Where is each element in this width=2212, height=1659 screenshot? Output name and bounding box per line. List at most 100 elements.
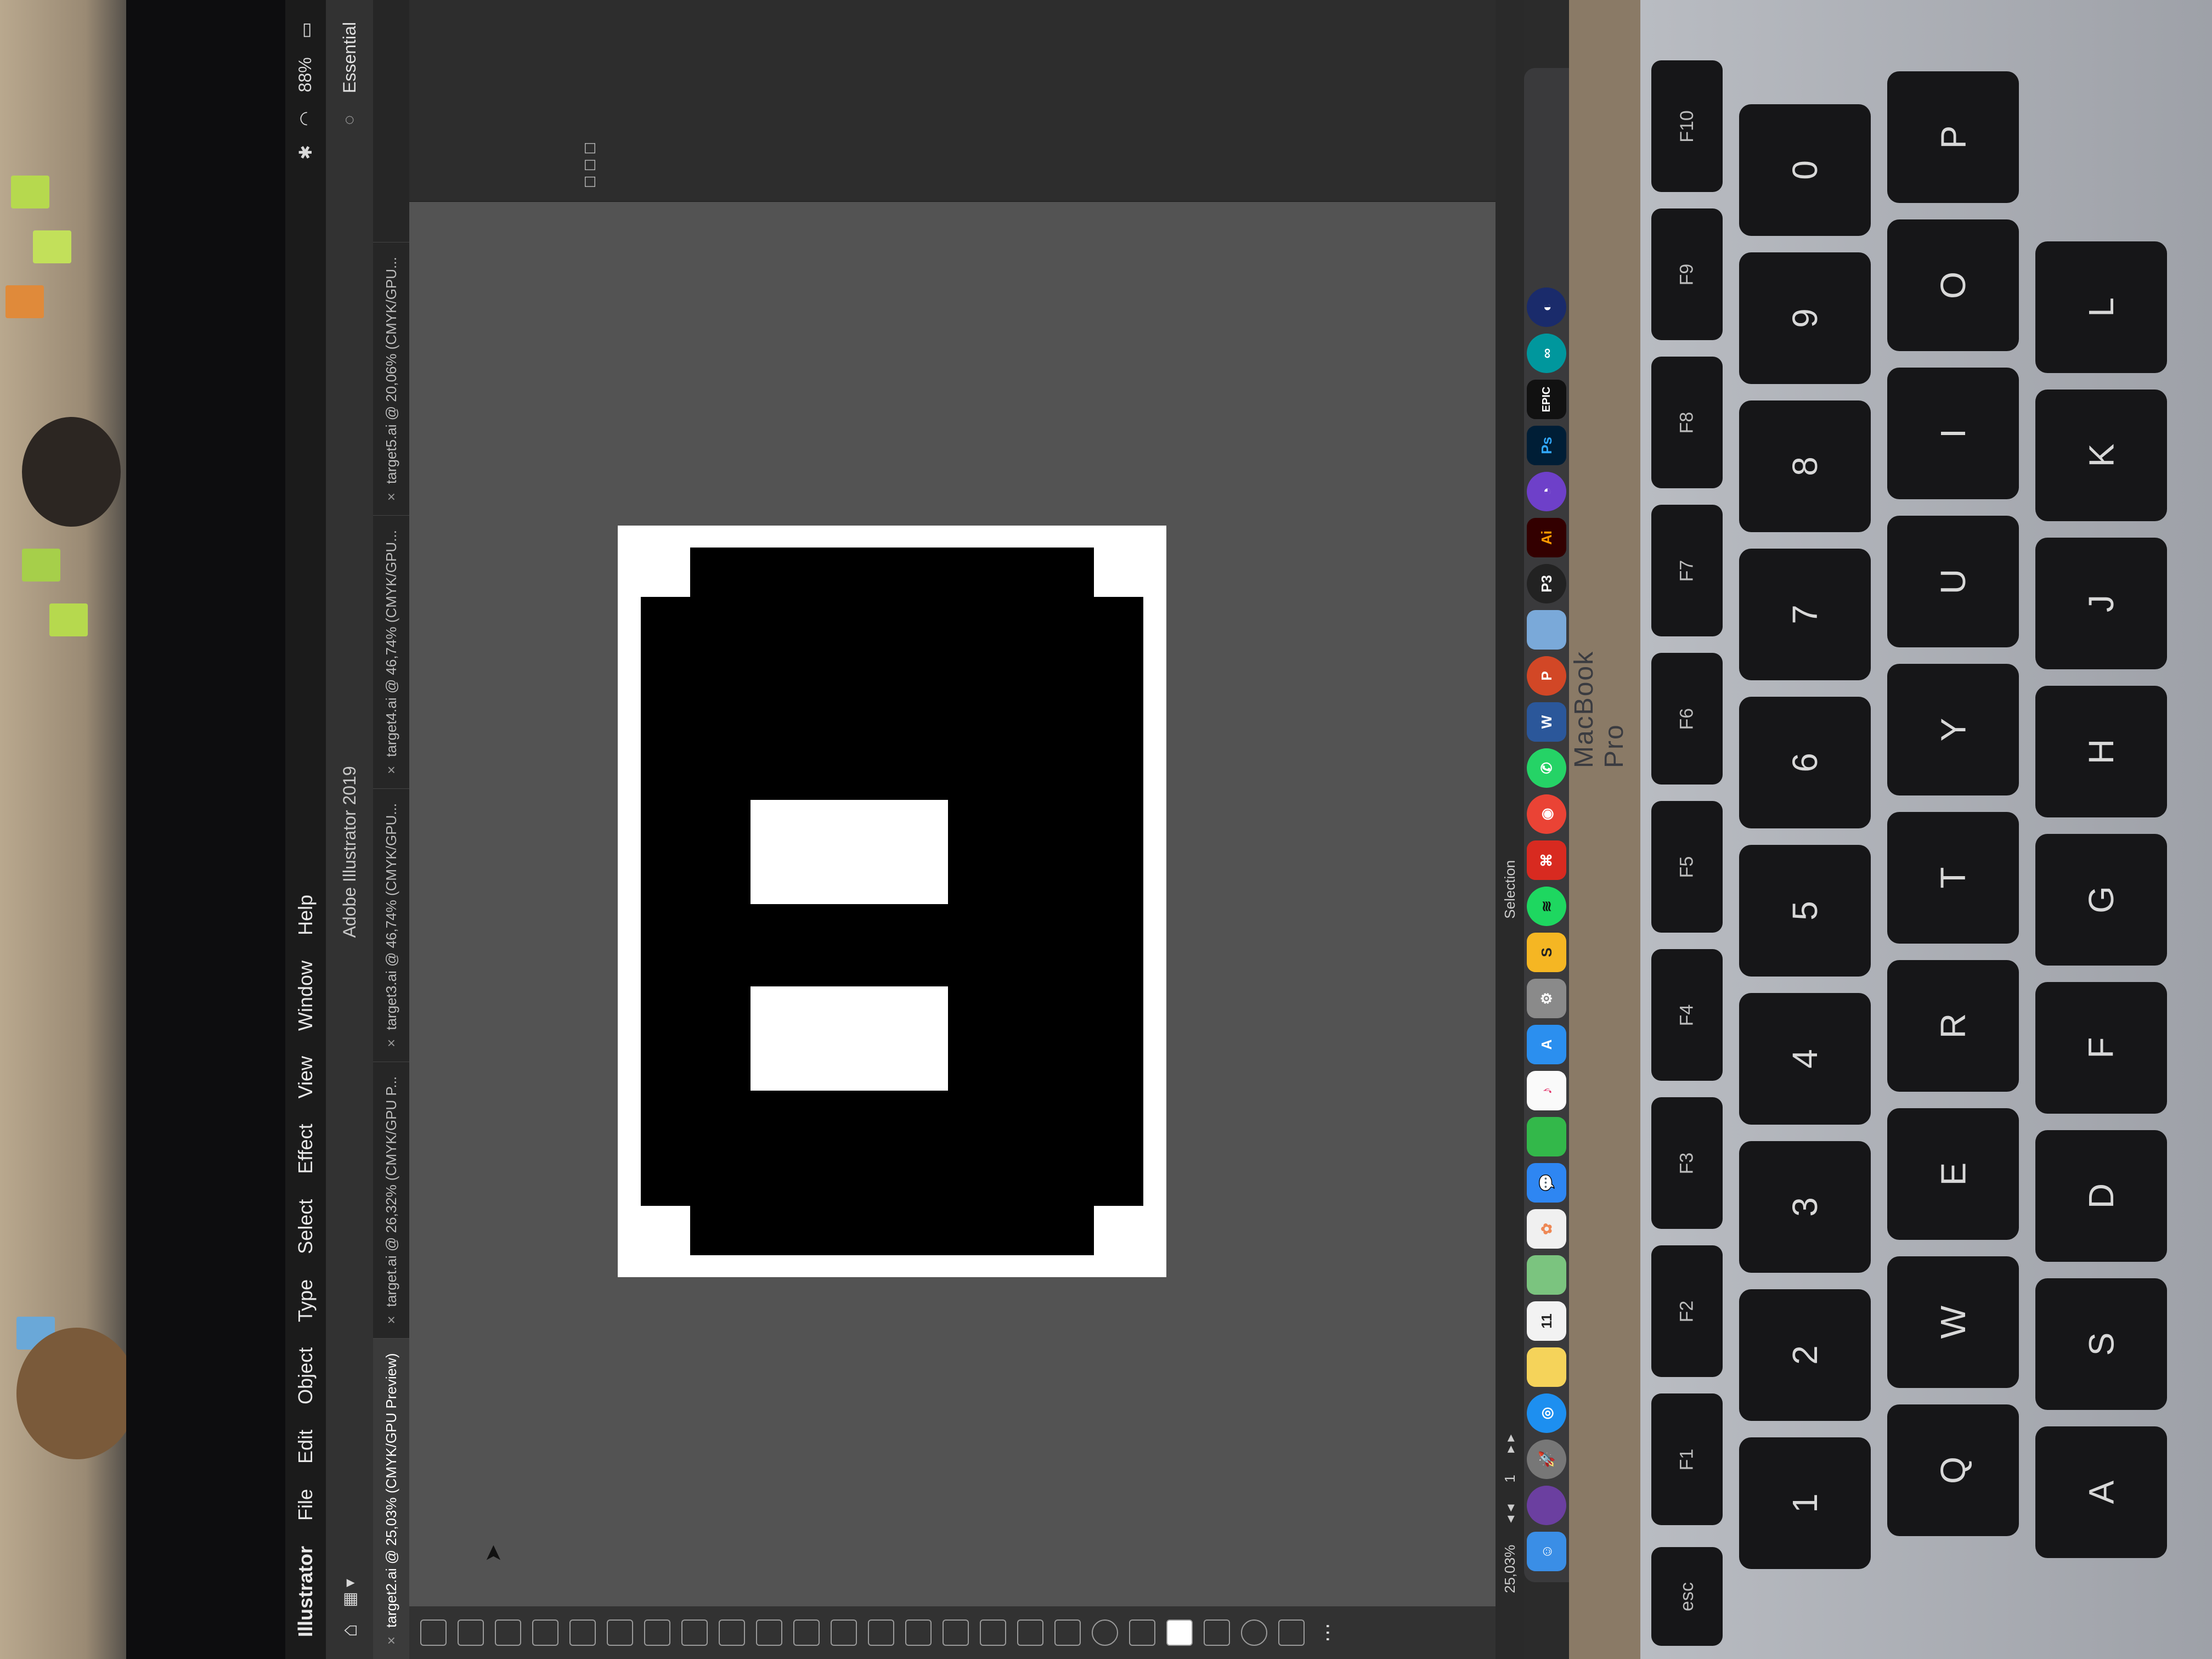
drawing-mode-icon[interactable] [1241, 1620, 1267, 1646]
selection-tool-icon[interactable] [420, 1620, 447, 1646]
key-h[interactable]: H [2035, 686, 2167, 817]
lightbulb-icon[interactable]: ◌ [340, 115, 359, 125]
fiducial-marker[interactable] [641, 548, 1143, 1255]
key-9[interactable]: 9 [1739, 252, 1871, 384]
artboard[interactable] [618, 526, 1166, 1277]
close-icon[interactable]: × [383, 493, 400, 501]
tab-target4[interactable]: × target4.ai @ 46,74% (CMYK/GPU... [373, 515, 409, 788]
key-u[interactable]: U [1887, 516, 2019, 647]
type-tool-icon[interactable] [607, 1620, 633, 1646]
powerpoint-icon[interactable]: P [1527, 656, 1566, 696]
key-5[interactable]: 5 [1739, 845, 1871, 977]
key-e[interactable]: E [1887, 1108, 2019, 1240]
close-icon[interactable]: × [383, 766, 400, 774]
artboard-nav-icon[interactable]: ◂ ◂ [1502, 1504, 1519, 1522]
close-icon[interactable]: × [383, 1039, 400, 1047]
eyedropper-tool-icon[interactable] [980, 1620, 1006, 1646]
workspace-selector[interactable]: Essential [340, 22, 360, 93]
stroke-swatch-icon[interactable] [1204, 1620, 1230, 1646]
menu-type[interactable]: Type [294, 1279, 317, 1322]
panel-row[interactable] [475, 0, 508, 201]
key-f[interactable]: F [2035, 982, 2167, 1114]
key-f2[interactable]: F2 [1651, 1245, 1723, 1377]
photoshop-icon[interactable]: Ps [1527, 426, 1566, 465]
hand-tool-icon[interactable] [1129, 1620, 1155, 1646]
calendar-icon[interactable]: 11 [1527, 1301, 1566, 1341]
panel-checkbox-row[interactable]: ☐ ☐ ☐ [574, 0, 607, 201]
word-icon[interactable]: W [1527, 702, 1566, 742]
key-8[interactable]: 8 [1739, 400, 1871, 532]
itunes-icon[interactable]: ♪ [1527, 1071, 1566, 1110]
key-f3[interactable]: F3 [1651, 1097, 1723, 1229]
menu-help[interactable]: Help [294, 895, 317, 935]
illustrator-icon[interactable]: Ai [1527, 518, 1566, 557]
key-6[interactable]: 6 [1739, 697, 1871, 828]
zoom-level[interactable]: 25,03% [1502, 1545, 1519, 1593]
direct-selection-tool-icon[interactable] [458, 1620, 484, 1646]
sketch-icon[interactable]: S [1527, 933, 1566, 972]
key-2[interactable]: 2 [1739, 1289, 1871, 1421]
key-t[interactable]: T [1887, 812, 2019, 944]
canvas-area[interactable]: ➤ [409, 202, 1496, 1606]
shape-builder-tool-icon[interactable] [905, 1620, 932, 1646]
wifi-icon[interactable]: ◠ [295, 111, 316, 126]
app-store-icon[interactable]: A [1527, 1025, 1566, 1064]
battery-icon[interactable]: ▭ [295, 22, 316, 38]
key-4[interactable]: 4 [1739, 993, 1871, 1125]
maps-icon[interactable] [1527, 1255, 1566, 1295]
gradient-tool-icon[interactable] [943, 1620, 969, 1646]
key-q[interactable]: Q [1887, 1404, 2019, 1536]
siri-icon[interactable] [1527, 1486, 1566, 1525]
key-i[interactable]: I [1887, 368, 2019, 499]
github-desktop-icon[interactable]: ◔ [1527, 472, 1566, 511]
epic-games-icon[interactable]: EPIC [1527, 380, 1566, 419]
bluetooth-icon[interactable]: ✱ [295, 145, 316, 160]
notes-icon[interactable] [1527, 1347, 1566, 1387]
paintbrush-tool-icon[interactable] [719, 1620, 745, 1646]
acrobat-icon[interactable]: ⌘ [1527, 840, 1566, 880]
key-j[interactable]: J [2035, 538, 2167, 669]
arduino-icon[interactable]: ∞ [1527, 334, 1566, 373]
key-7[interactable]: 7 [1739, 549, 1871, 680]
eraser-tool-icon[interactable] [793, 1620, 820, 1646]
screen-mode-icon[interactable] [1278, 1620, 1305, 1646]
home-icon[interactable]: ⌂ [337, 1624, 362, 1637]
menu-window[interactable]: Window [294, 961, 317, 1031]
key-1[interactable]: 1 [1739, 1437, 1871, 1569]
key-d[interactable]: D [2035, 1130, 2167, 1262]
preview-icon[interactable] [1527, 610, 1566, 650]
panel-row[interactable] [409, 0, 442, 201]
close-icon[interactable]: × [383, 1637, 400, 1645]
key-g[interactable]: G [2035, 834, 2167, 966]
menu-app-name[interactable]: Illustrator [294, 1546, 317, 1637]
panel-row[interactable] [508, 0, 541, 201]
chrome-icon[interactable]: ◉ [1527, 794, 1566, 834]
artboard-number[interactable]: 1 [1502, 1475, 1519, 1482]
key-3[interactable]: 3 [1739, 1141, 1871, 1273]
key-0[interactable]: 0 [1739, 104, 1871, 236]
tab-target[interactable]: × target.ai @ 26,32% (CMYK/GPU P... [373, 1061, 409, 1339]
photos-icon[interactable]: ✿ [1527, 1209, 1566, 1249]
whatsapp-icon[interactable]: ✆ [1527, 748, 1566, 788]
panel-row[interactable] [541, 0, 574, 201]
menu-effect[interactable]: Effect [294, 1124, 317, 1173]
pencil-tool-icon[interactable] [756, 1620, 782, 1646]
artboard-nav-next-icon[interactable]: ▸ ▸ [1502, 1435, 1519, 1453]
scale-tool-icon[interactable] [868, 1620, 894, 1646]
rectangle-tool-icon[interactable] [681, 1620, 708, 1646]
facetime-icon[interactable] [1527, 1117, 1566, 1156]
line-tool-icon[interactable] [644, 1620, 670, 1646]
cinema4d-icon[interactable]: ◐ [1527, 287, 1566, 327]
key-a[interactable]: A [2035, 1426, 2167, 1558]
magic-wand-tool-icon[interactable] [495, 1620, 521, 1646]
launchpad-icon[interactable]: 🚀 [1527, 1440, 1566, 1479]
messages-icon[interactable]: 💬 [1527, 1163, 1566, 1203]
battery-percent[interactable]: 88% [295, 57, 316, 92]
finder-icon[interactable]: ☺ [1527, 1532, 1566, 1571]
key-l[interactable]: L [2035, 241, 2167, 373]
tab-target2[interactable]: × target2.ai @ 25,03% (CMYK/GPU Preview) [373, 1338, 409, 1659]
zoom-tool-icon[interactable] [1092, 1620, 1118, 1646]
key-f9[interactable]: F9 [1651, 208, 1723, 340]
rotate-tool-icon[interactable] [831, 1620, 857, 1646]
curvature-tool-icon[interactable] [569, 1620, 596, 1646]
